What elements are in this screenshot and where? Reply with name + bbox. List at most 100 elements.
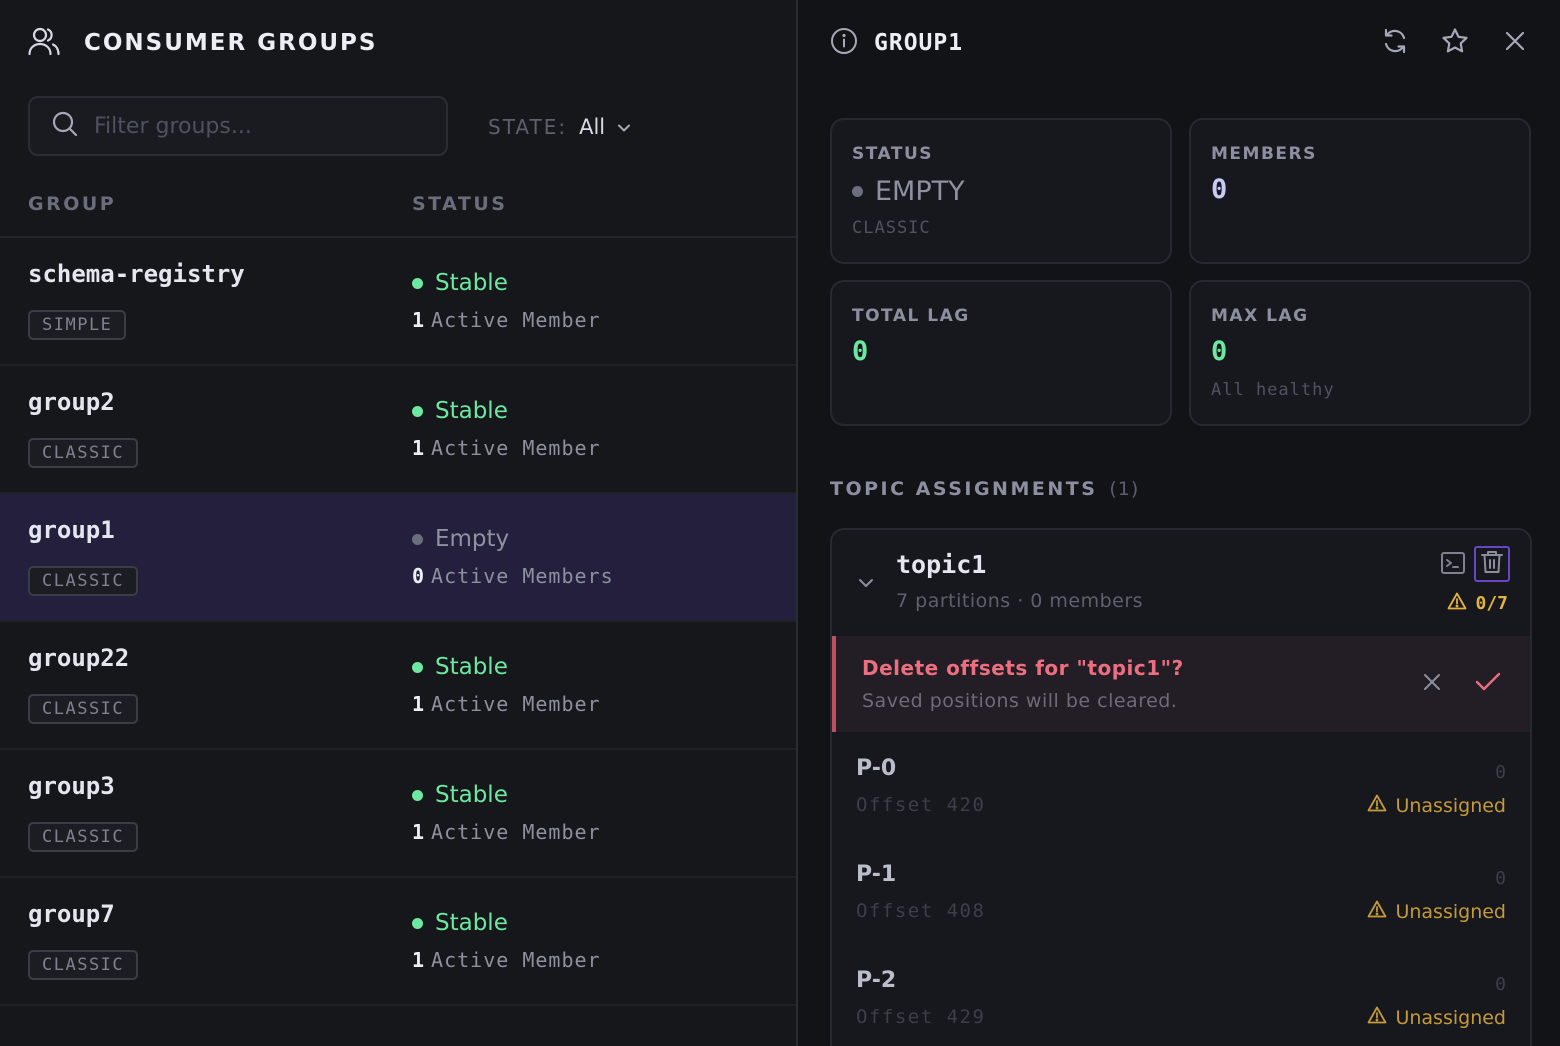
search-input[interactable]: [94, 113, 414, 139]
state-filter-dropdown[interactable]: STATE: All: [488, 110, 631, 144]
group-status-text: Stable: [435, 782, 508, 808]
detail-title: GROUP1: [874, 30, 964, 56]
group-members: 1 Active Member: [412, 692, 601, 716]
partition-name: P-2: [856, 968, 897, 993]
group-type-badge: CLASSIC: [28, 566, 139, 596]
status-card-value-wrap: EMPTY: [852, 176, 965, 207]
confirm-delete-button[interactable]: [1472, 668, 1504, 700]
partition-state-text: Unassigned: [1395, 900, 1506, 923]
trash-icon: [1480, 549, 1504, 579]
member-count: 1: [412, 692, 426, 716]
cancel-delete-button[interactable]: [1416, 668, 1448, 700]
partition-row: P-2 Offset 429 0 Unassigned: [832, 944, 1530, 1046]
partition-row: P-0 Offset 420 0 Unassigned: [832, 732, 1530, 838]
topic-assignments-count: (1): [1109, 478, 1140, 500]
partition-name: P-1: [856, 862, 897, 887]
group-detail-panel: GROUP1 STATUS EMPTY CLASSIC MEMBERS 0 TO…: [798, 0, 1560, 1046]
group-members: 0 Active Members: [412, 564, 614, 588]
partition-lag: 0: [1495, 974, 1506, 995]
group-name[interactable]: schema-registry: [28, 260, 245, 288]
group-row[interactable]: group1 CLASSIC Empty 0 Active Members: [0, 494, 796, 622]
warning-icon: [1447, 592, 1467, 615]
max-lag-card-label: MAX LAG: [1211, 306, 1309, 326]
confirm-description: Saved positions will be cleared.: [862, 690, 1178, 712]
group-type-badge: CLASSIC: [28, 694, 139, 724]
group-row[interactable]: group2 CLASSIC Stable 1 Active Member: [0, 366, 796, 494]
refresh-button[interactable]: [1378, 26, 1412, 60]
column-header-status[interactable]: STATUS: [412, 193, 507, 215]
console-button[interactable]: [1438, 550, 1468, 580]
check-icon: [1475, 672, 1501, 696]
member-label: Active Member: [431, 948, 601, 972]
member-count: 0: [412, 564, 426, 588]
member-label: Active Member: [431, 692, 601, 716]
group-row[interactable]: group3 CLASSIC Stable 1 Active Member: [0, 750, 796, 878]
topic-header[interactable]: topic1 7 partitions · 0 members 0/7: [832, 530, 1530, 636]
confirm-title: Delete offsets for "topic1"?: [862, 656, 1184, 680]
group-name[interactable]: group3: [28, 772, 115, 800]
topic-assignments-heading: TOPIC ASSIGNMENTS (1): [830, 478, 1139, 500]
group-name[interactable]: group1: [28, 516, 115, 544]
group-status-text: Stable: [435, 270, 508, 296]
group-members: 1 Active Member: [412, 820, 601, 844]
partition-state: Unassigned: [1367, 1006, 1506, 1029]
status-card-label: STATUS: [852, 144, 934, 164]
star-icon: [1441, 27, 1469, 59]
assigned-ratio-value: 0/7: [1475, 593, 1508, 614]
member-count: 1: [412, 436, 426, 460]
total-lag-card-value: 0: [852, 336, 869, 367]
max-lag-card-value: 0: [1211, 336, 1228, 367]
group-status-text: Empty: [435, 526, 510, 552]
warning-icon: [1367, 794, 1387, 817]
partition-state: Unassigned: [1367, 794, 1506, 817]
group-status: Stable: [412, 782, 508, 808]
status-dot: [412, 405, 423, 417]
consumer-groups-panel: CONSUMER GROUPS STATE: All GROUP STATUS …: [0, 0, 796, 1046]
group-name[interactable]: group22: [28, 644, 129, 672]
status-dot: [412, 533, 423, 545]
members-card: MEMBERS 0: [1189, 118, 1531, 264]
status-dot: [852, 186, 863, 197]
group-row[interactable]: group7 CLASSIC Stable 1 Active Member: [0, 878, 796, 1006]
close-icon: [1422, 672, 1442, 696]
partition-row: P-1 Offset 408 0 Unassigned: [832, 838, 1530, 944]
group-row[interactable]: group22 CLASSIC Stable 1 Active Member: [0, 622, 796, 750]
warning-icon: [1367, 1006, 1387, 1029]
member-label: Active Member: [431, 308, 601, 332]
partition-offset: Offset 429: [856, 1006, 986, 1028]
max-lag-card-sub: All healthy: [1211, 380, 1335, 400]
group-status: Stable: [412, 910, 508, 936]
max-lag-card: MAX LAG 0 All healthy: [1189, 280, 1531, 426]
partition-offset: Offset 420: [856, 794, 986, 816]
delete-offsets-button[interactable]: [1474, 546, 1510, 582]
member-label: Active Members: [431, 564, 614, 588]
members-card-label: MEMBERS: [1211, 144, 1317, 164]
members-card-value: 0: [1211, 174, 1228, 205]
status-card-sub: CLASSIC: [852, 218, 931, 238]
topic-name[interactable]: topic1: [896, 550, 986, 579]
chevron-down-icon[interactable]: [858, 574, 874, 593]
terminal-icon: [1440, 550, 1466, 580]
group-members: 1 Active Member: [412, 436, 601, 460]
close-icon: [1504, 30, 1526, 56]
favorite-button[interactable]: [1438, 26, 1472, 60]
group-status-text: Stable: [435, 910, 508, 936]
info-icon: [830, 27, 858, 59]
status-card-value: EMPTY: [875, 176, 965, 207]
group-status-text: Stable: [435, 654, 508, 680]
status-dot: [412, 277, 423, 289]
member-count: 1: [412, 308, 426, 332]
filter-groups-search[interactable]: [28, 96, 448, 156]
group-name[interactable]: group2: [28, 388, 115, 416]
group-row[interactable]: schema-registry SIMPLE Stable 1 Active Membe…: [0, 238, 796, 366]
group-status-text: Stable: [435, 398, 508, 424]
partition-lag: 0: [1495, 762, 1506, 783]
member-label: Active Member: [431, 820, 601, 844]
group-type-badge: CLASSIC: [28, 822, 139, 852]
status-dot: [412, 661, 423, 673]
close-button[interactable]: [1498, 26, 1532, 60]
status-dot: [412, 917, 423, 929]
group-name[interactable]: group7: [28, 900, 115, 928]
column-header-group[interactable]: GROUP: [28, 193, 116, 215]
panel-header: CONSUMER GROUPS: [28, 26, 377, 60]
